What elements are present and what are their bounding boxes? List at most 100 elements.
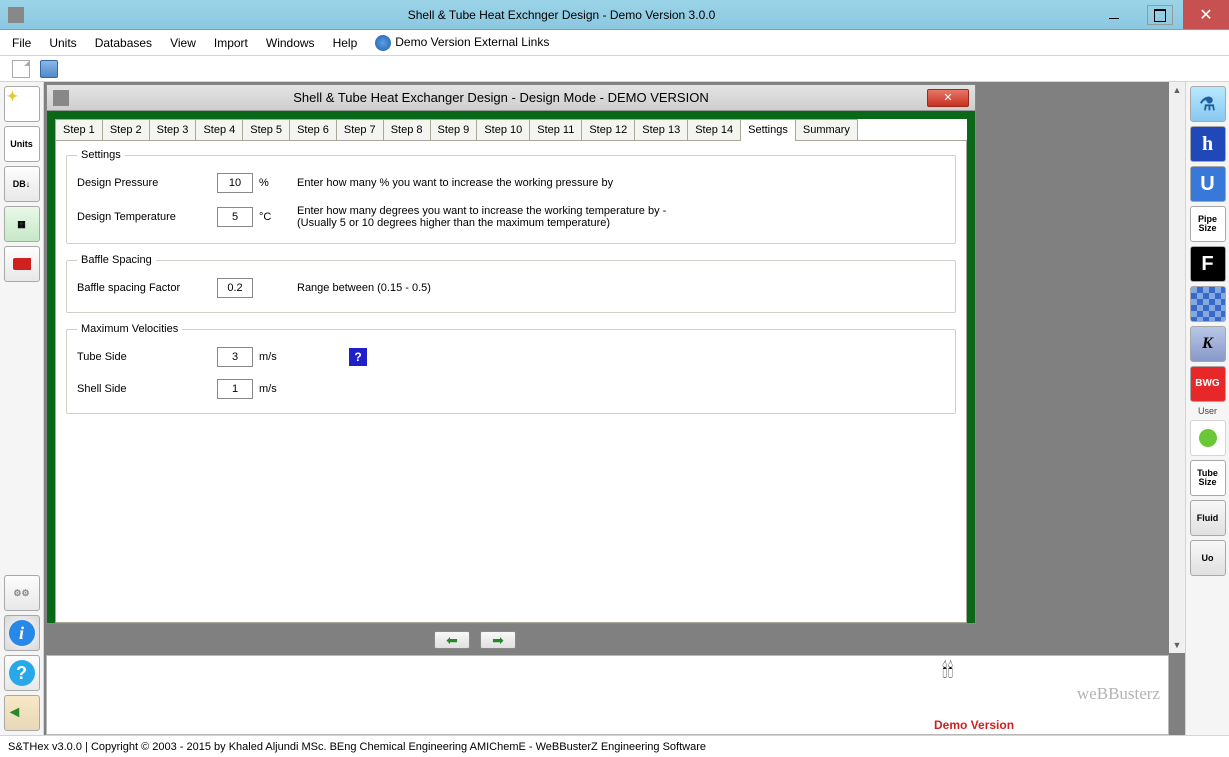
tab-step-13[interactable]: Step 13 <box>634 119 688 140</box>
baffle-fieldset: Baffle Spacing Baffle spacing Factor Ran… <box>66 254 956 313</box>
menu-units[interactable]: Units <box>49 36 76 50</box>
brand-name: weBBusterz <box>1077 684 1160 704</box>
menu-file[interactable]: File <box>12 36 31 50</box>
new-document-button[interactable] <box>4 86 40 122</box>
tab-step-10[interactable]: Step 10 <box>476 119 530 140</box>
menu-external-links[interactable]: Demo Version External Links <box>375 35 549 51</box>
menu-bar: File Units Databases View Import Windows… <box>0 30 1229 56</box>
design-temperature-input[interactable] <box>217 207 253 227</box>
box-icon[interactable] <box>40 60 58 78</box>
demo-version-label: Demo Version <box>934 718 1014 732</box>
tube-side-label: Tube Side <box>77 351 217 363</box>
design-pressure-input[interactable] <box>217 173 253 193</box>
tab-content: Settings Design Pressure % Enter how man… <box>55 140 967 623</box>
status-text: S&THex v3.0.0 | Copyright © 2003 - 2015 … <box>8 741 706 753</box>
fluid-button[interactable]: Fluid <box>1190 500 1226 536</box>
title-bar: Shell & Tube Heat Exchnger Design - Demo… <box>0 0 1229 30</box>
tab-step-2[interactable]: Step 2 <box>102 119 150 140</box>
tab-step-11[interactable]: Step 11 <box>529 119 582 140</box>
left-toolbar: Units DB↓ ▦ ⚙⚙ i ? <box>0 82 44 735</box>
flask-button[interactable]: ⚗ <box>1190 86 1226 122</box>
velocities-fieldset: Maximum Velocities Tube Side m/s ? Shell… <box>66 323 956 414</box>
tab-step-4[interactable]: Step 4 <box>195 119 243 140</box>
velocities-legend: Maximum Velocities <box>77 323 182 335</box>
design-temperature-hint: Enter how many degrees you want to incre… <box>297 205 677 229</box>
app-icon <box>8 7 24 23</box>
maximize-button[interactable] <box>1147 5 1173 25</box>
uo-button[interactable]: Uo <box>1190 540 1226 576</box>
tab-step-8[interactable]: Step 8 <box>383 119 431 140</box>
design-child-window: Shell & Tube Heat Exchanger Design - Des… <box>46 84 976 624</box>
user-label: User <box>1198 406 1217 416</box>
status-bar: S&THex v3.0.0 | Copyright © 2003 - 2015 … <box>0 735 1229 757</box>
prev-step-button[interactable]: ⬅ <box>434 631 470 649</box>
right-toolbar: ⚗ h U Pipe Size F K BWG User Tube Size F… <box>1185 82 1229 735</box>
baffle-factor-input[interactable] <box>217 278 253 298</box>
mdi-container: ▲ ▼ Shell & Tube Heat Exchanger Design -… <box>44 82 1185 735</box>
next-step-button[interactable]: ➡ <box>480 631 516 649</box>
tab-step-3[interactable]: Step 3 <box>149 119 197 140</box>
u-button[interactable]: U <box>1190 166 1226 202</box>
bottom-panel: 🕯🕯 weBBusterz Demo Version <box>46 655 1169 735</box>
new-file-icon[interactable] <box>12 60 30 78</box>
shell-side-unit: m/s <box>259 383 289 395</box>
help-button[interactable]: ? <box>4 655 40 691</box>
settings-gears-button[interactable]: ⚙⚙ <box>4 575 40 611</box>
baffle-factor-hint: Range between (0.15 - 0.5) <box>297 282 431 294</box>
user-button[interactable] <box>1190 420 1226 456</box>
child-title-bar: Shell & Tube Heat Exchanger Design - Des… <box>47 85 975 111</box>
exit-button[interactable] <box>4 695 40 731</box>
design-pressure-hint: Enter how many % you want to increase th… <box>297 177 613 189</box>
window-title: Shell & Tube Heat Exchnger Design - Demo… <box>32 8 1091 22</box>
excel-button[interactable]: ▦ <box>4 206 40 242</box>
child-window-icon <box>53 90 69 106</box>
tab-settings[interactable]: Settings <box>740 119 796 141</box>
tab-summary[interactable]: Summary <box>795 119 858 140</box>
tube-size-button[interactable]: Tube Size <box>1190 460 1226 496</box>
candles-icon: 🕯🕯 <box>942 660 953 683</box>
units-button[interactable]: Units <box>4 126 40 162</box>
pipe-size-button[interactable]: Pipe Size <box>1190 206 1226 242</box>
tab-step-5[interactable]: Step 5 <box>242 119 290 140</box>
globe-icon <box>375 35 391 51</box>
design-pressure-unit: % <box>259 177 289 189</box>
info-button[interactable]: i <box>4 615 40 651</box>
pattern-button[interactable] <box>1190 286 1226 322</box>
tab-step-12[interactable]: Step 12 <box>581 119 635 140</box>
settings-fieldset: Settings Design Pressure % Enter how man… <box>66 149 956 244</box>
settings-legend: Settings <box>77 149 125 161</box>
tab-step-14[interactable]: Step 14 <box>687 119 741 140</box>
scroll-down-icon[interactable]: ▼ <box>1169 637 1185 653</box>
menu-view[interactable]: View <box>170 36 196 50</box>
menu-databases[interactable]: Databases <box>95 36 152 50</box>
child-close-button[interactable]: ✕ <box>927 89 969 107</box>
tab-row: Step 1 Step 2 Step 3 Step 4 Step 5 Step … <box>55 119 967 140</box>
tab-step-6[interactable]: Step 6 <box>289 119 337 140</box>
shell-side-label: Shell Side <box>77 383 217 395</box>
scroll-up-icon[interactable]: ▲ <box>1169 82 1185 98</box>
vertical-scrollbar[interactable]: ▲ ▼ <box>1169 82 1185 653</box>
close-button[interactable]: ✕ <box>1183 0 1229 29</box>
menu-import[interactable]: Import <box>214 36 248 50</box>
design-temperature-unit: °C <box>259 211 289 223</box>
baffle-factor-label: Baffle spacing Factor <box>77 282 217 294</box>
tab-step-1[interactable]: Step 1 <box>55 119 103 140</box>
f-button[interactable]: F <box>1190 246 1226 282</box>
shell-side-input[interactable] <box>217 379 253 399</box>
database-button[interactable]: DB↓ <box>4 166 40 202</box>
menu-help[interactable]: Help <box>333 36 358 50</box>
h-button[interactable]: h <box>1190 126 1226 162</box>
menu-windows[interactable]: Windows <box>266 36 315 50</box>
design-temperature-label: Design Temperature <box>77 211 217 223</box>
bwg-button[interactable]: BWG <box>1190 366 1226 402</box>
tube-side-input[interactable] <box>217 347 253 367</box>
pin-button[interactable] <box>4 246 40 282</box>
tab-step-9[interactable]: Step 9 <box>430 119 478 140</box>
tab-step-7[interactable]: Step 7 <box>336 119 384 140</box>
baffle-legend: Baffle Spacing <box>77 254 156 266</box>
k-button[interactable]: K <box>1190 326 1226 362</box>
minimize-button[interactable] <box>1091 0 1137 29</box>
small-toolbar <box>0 56 1229 82</box>
child-window-title: Shell & Tube Heat Exchanger Design - Des… <box>75 90 927 105</box>
velocity-help-button[interactable]: ? <box>349 348 367 366</box>
